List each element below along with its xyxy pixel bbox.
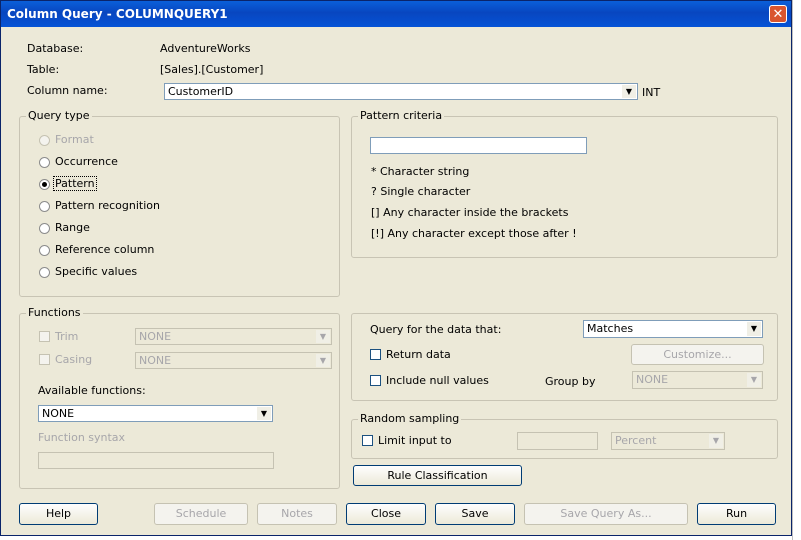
close-icon[interactable]: ✕ <box>769 5 787 23</box>
chevron-down-icon[interactable]: ▼ <box>747 322 761 336</box>
group-by-value: NONE <box>636 373 669 386</box>
option-occurrence-label: Occurrence <box>55 155 118 168</box>
chevron-down-icon[interactable]: ▼ <box>316 330 330 343</box>
column-type: INT <box>642 86 661 99</box>
hint-character-string: * Character string <box>371 165 470 178</box>
group-by-dropdown[interactable]: NONE ▼ <box>632 371 763 389</box>
radio-specific-values[interactable] <box>39 267 50 278</box>
hint-inside-brackets: [] Any character inside the brackets <box>371 206 569 219</box>
background-window-edge <box>792 0 801 540</box>
column-query-dialog: Column Query - COLUMNQUERY1 ✕ Database: … <box>0 0 792 536</box>
database-value: AdventureWorks <box>160 42 251 55</box>
limit-input-checkbox[interactable] <box>362 435 373 446</box>
customize-button[interactable]: Customize... <box>631 344 764 365</box>
table-value: [Sales].[Customer] <box>160 63 264 76</box>
group-by-label: Group by <box>545 375 596 388</box>
casing-value: NONE <box>139 354 172 367</box>
schedule-button[interactable]: Schedule <box>154 503 248 525</box>
functions-title: Functions <box>26 306 83 319</box>
query-for-label: Query for the data that: <box>370 323 502 336</box>
radio-pattern-recognition[interactable] <box>39 201 50 212</box>
trim-value: NONE <box>139 330 172 343</box>
radio-occurrence[interactable] <box>39 157 50 168</box>
random-sampling-title: Random sampling <box>358 412 462 425</box>
query-for-value: Matches <box>587 322 634 335</box>
column-name-label: Column name: <box>27 84 108 97</box>
pattern-criteria-title: Pattern criteria <box>358 109 445 122</box>
available-functions-label: Available functions: <box>38 384 146 397</box>
table-label: Table: <box>27 63 60 76</box>
include-null-label: Include null values <box>386 374 489 387</box>
window-title: Column Query - COLUMNQUERY1 <box>7 7 228 21</box>
close-button[interactable]: Close <box>346 503 426 525</box>
radio-range[interactable] <box>39 223 50 234</box>
chevron-down-icon[interactable]: ▼ <box>257 407 271 420</box>
radio-format[interactable] <box>39 135 50 146</box>
radio-pattern[interactable] <box>39 179 50 190</box>
chevron-down-icon[interactable]: ▼ <box>709 434 723 448</box>
query-for-dropdown[interactable]: Matches ▼ <box>583 320 763 338</box>
chevron-down-icon[interactable]: ▼ <box>622 85 636 98</box>
chevron-down-icon[interactable]: ▼ <box>747 373 761 387</box>
option-specific-values-label: Specific values <box>55 265 138 278</box>
database-label: Database: <box>27 42 84 55</box>
column-name-dropdown[interactable]: CustomerID ▼ <box>164 83 638 100</box>
hint-except-after: [!] Any character except those after ! <box>371 227 577 240</box>
title-bar[interactable]: Column Query - COLUMNQUERY1 ✕ <box>1 1 791 27</box>
help-button[interactable]: Help <box>19 503 98 525</box>
save-button[interactable]: Save <box>435 503 515 525</box>
include-null-checkbox[interactable] <box>370 375 381 386</box>
function-syntax-field <box>38 452 274 469</box>
column-name-value: CustomerID <box>168 85 234 98</box>
sampling-unit-value: Percent <box>615 434 657 447</box>
casing-dropdown[interactable]: NONE ▼ <box>135 352 332 369</box>
option-format-label: Format <box>55 133 94 146</box>
return-data-label: Return data <box>386 348 451 361</box>
available-functions-value: NONE <box>42 407 75 420</box>
limit-input-label: Limit input to <box>378 434 452 447</box>
trim-checkbox[interactable] <box>39 331 50 342</box>
pattern-input[interactable] <box>370 137 587 154</box>
trim-dropdown[interactable]: NONE ▼ <box>135 328 332 345</box>
trim-label: Trim <box>55 330 79 343</box>
option-pattern-recognition-label: Pattern recognition <box>55 199 160 212</box>
option-pattern-label: Pattern <box>53 176 97 191</box>
run-button[interactable]: Run <box>697 503 776 525</box>
save-query-as-button[interactable]: Save Query As... <box>524 503 688 525</box>
return-data-checkbox[interactable] <box>370 349 381 360</box>
available-functions-dropdown[interactable]: NONE ▼ <box>38 405 273 422</box>
notes-button[interactable]: Notes <box>257 503 337 525</box>
hint-single-character: ? Single character <box>371 185 471 198</box>
function-syntax-label: Function syntax <box>38 431 126 444</box>
limit-input-field[interactable] <box>517 432 598 450</box>
casing-label: Casing <box>55 353 93 366</box>
chevron-down-icon[interactable]: ▼ <box>316 354 330 367</box>
rule-classification-button[interactable]: Rule Classification <box>353 465 522 486</box>
radio-reference-column[interactable] <box>39 245 50 256</box>
option-range-label: Range <box>55 221 90 234</box>
option-reference-column-label: Reference column <box>55 243 155 256</box>
sampling-unit-dropdown[interactable]: Percent ▼ <box>611 432 725 450</box>
query-type-title: Query type <box>26 109 92 122</box>
casing-checkbox[interactable] <box>39 354 50 365</box>
